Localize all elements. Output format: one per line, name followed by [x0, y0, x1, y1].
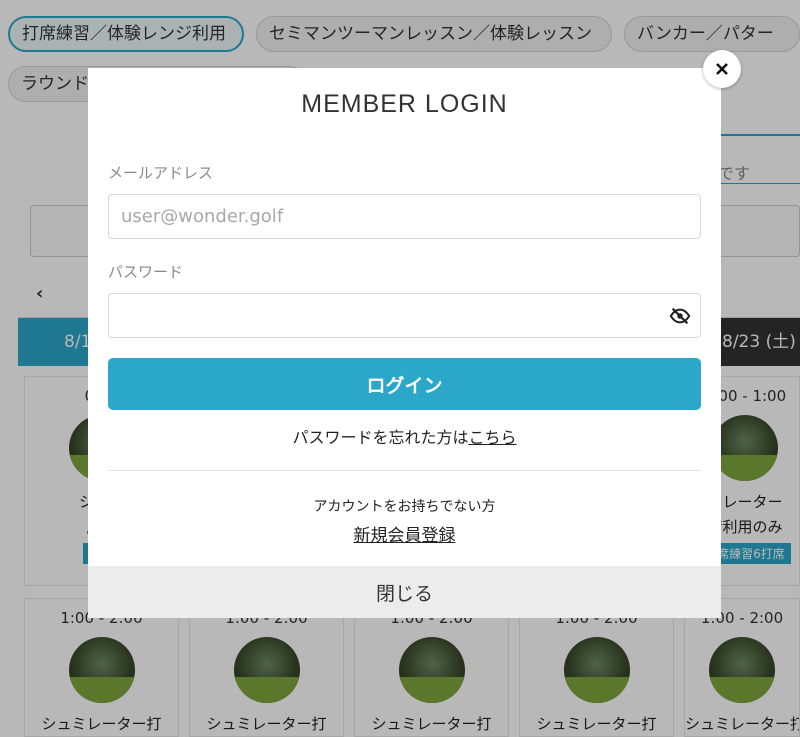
forgot-password-row: パスワードを忘れた方はこちら [88, 424, 721, 448]
forgot-password-link[interactable]: こちら [469, 428, 517, 447]
email-field[interactable] [108, 194, 701, 239]
eye-off-icon[interactable] [669, 305, 691, 327]
modal-title: MEMBER LOGIN [301, 90, 508, 118]
forgot-password-text: パスワードを忘れた方は [292, 428, 469, 447]
email-label: メールアドレス [108, 164, 214, 182]
password-field[interactable] [108, 293, 701, 338]
login-modal: MEMBER LOGIN メールアドレス パスワード ログイン パスワードを忘れ… [88, 68, 721, 618]
divider [108, 470, 701, 471]
close-icon[interactable] [703, 50, 741, 88]
password-label: パスワード [108, 263, 184, 281]
login-button[interactable]: ログイン [108, 358, 701, 410]
no-account-text: アカウントをお持ちでない方 [313, 499, 496, 515]
register-link[interactable]: 新規会員登録 [88, 521, 721, 546]
close-button[interactable]: 閉じる [88, 566, 721, 618]
